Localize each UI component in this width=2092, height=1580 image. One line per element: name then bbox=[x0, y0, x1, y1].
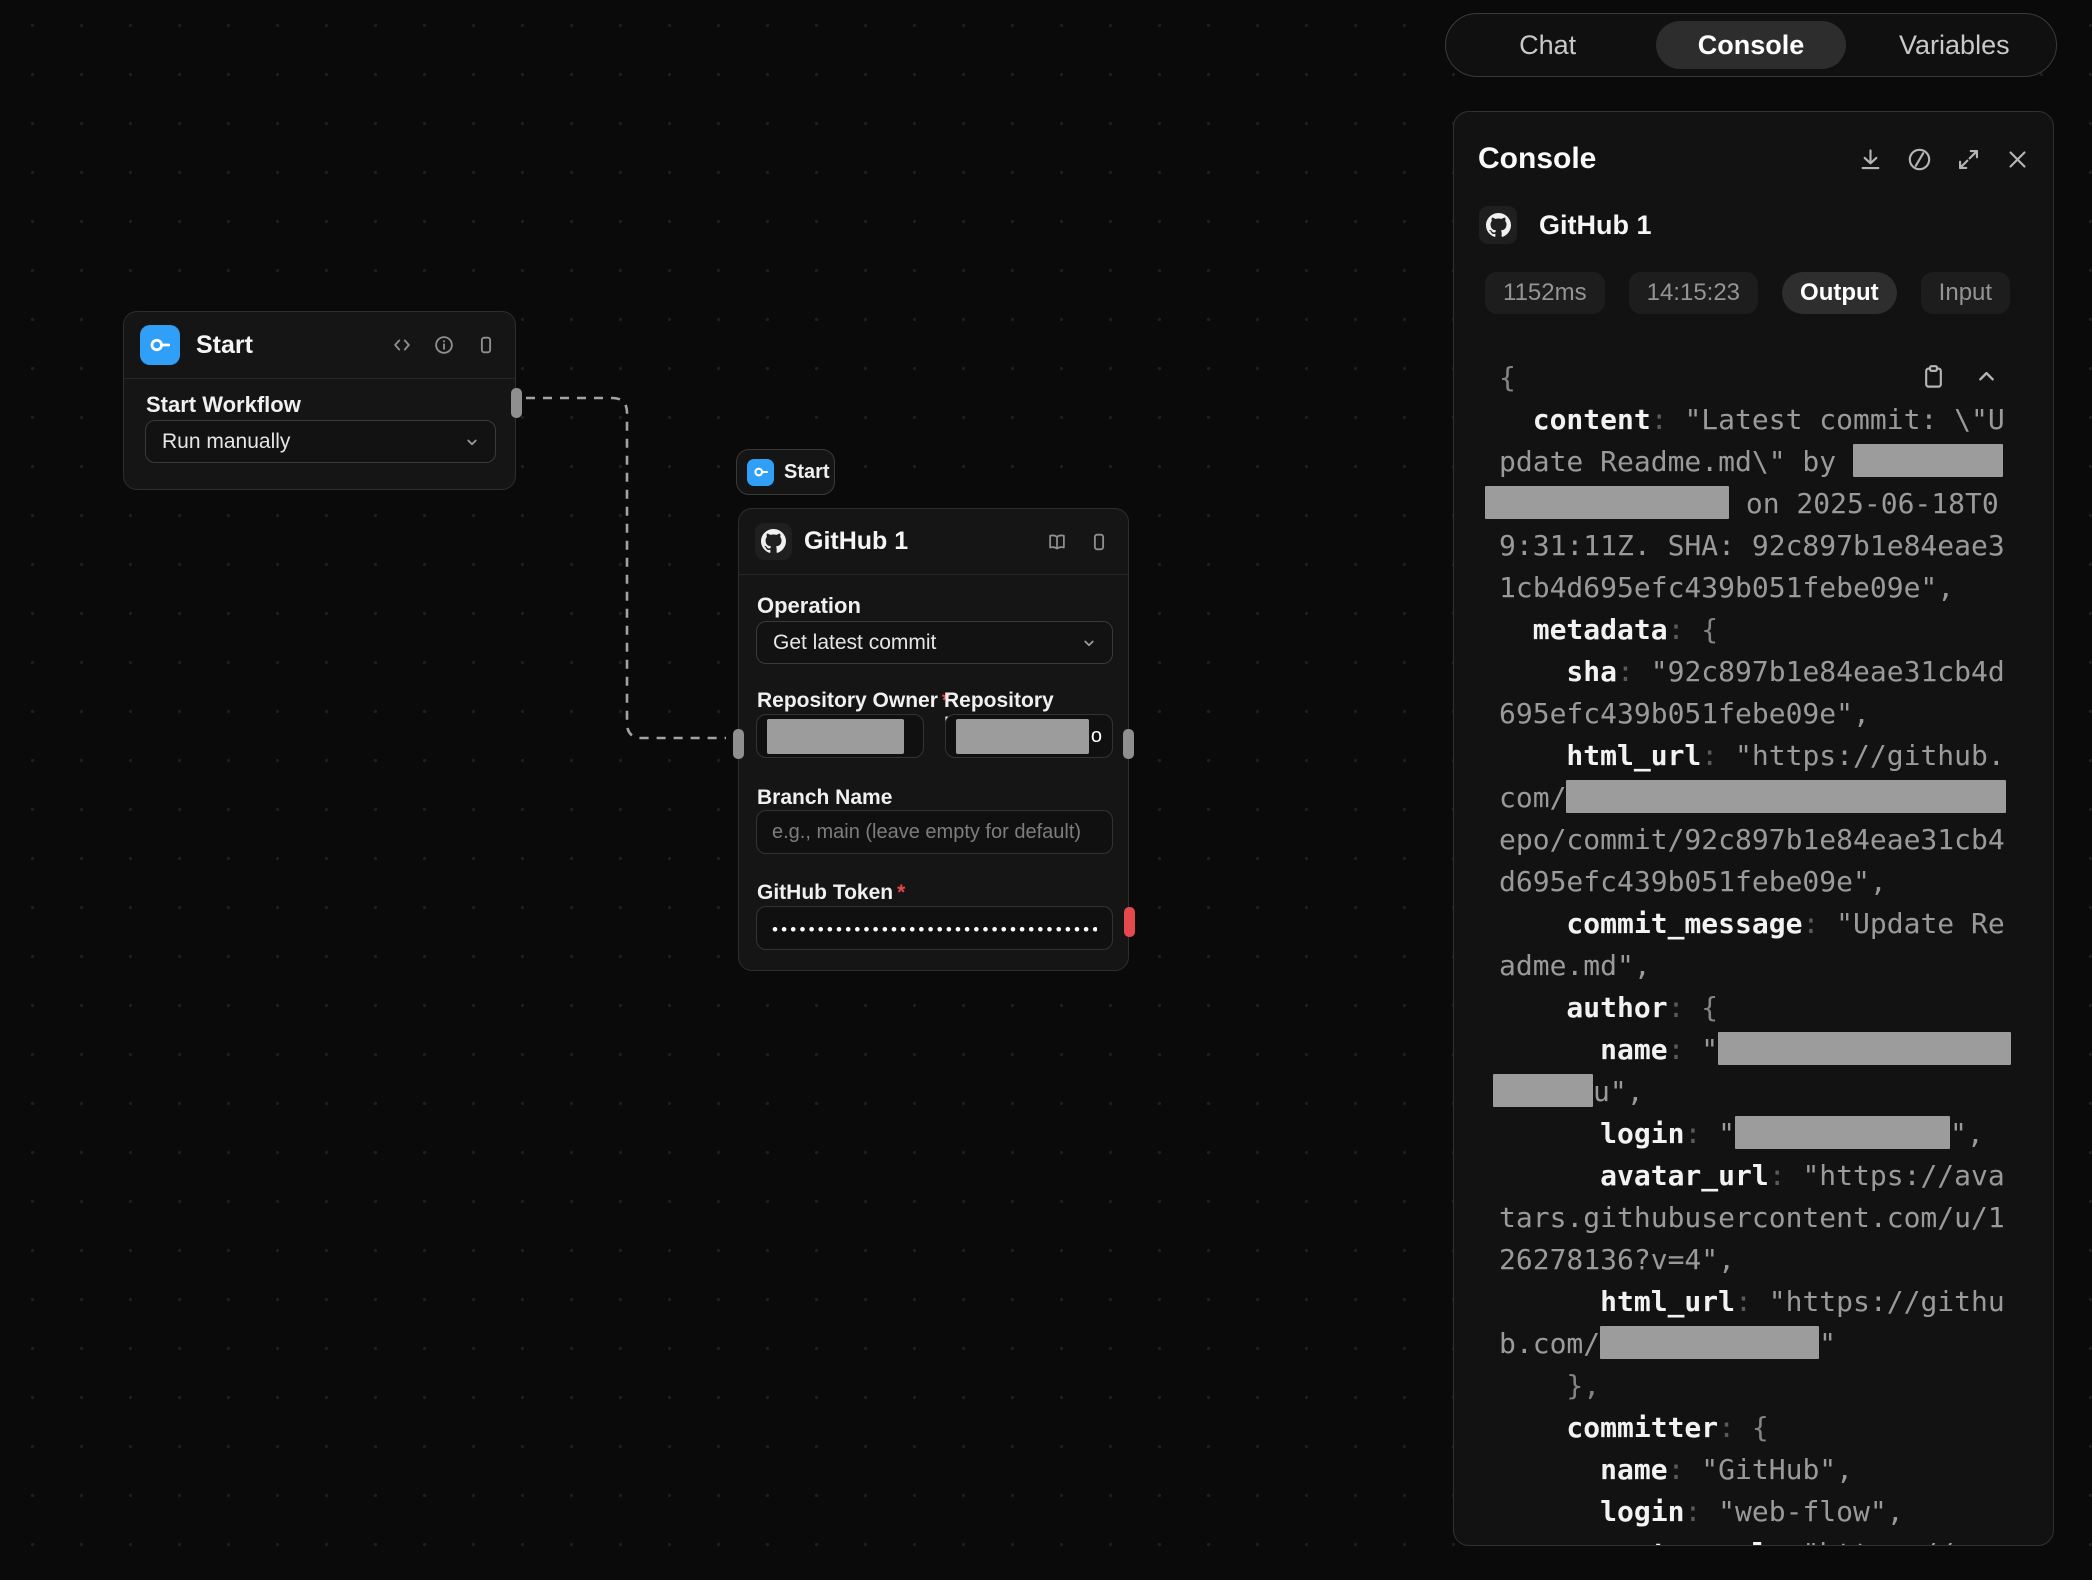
branch-placeholder: e.g., main (leave empty for default) bbox=[772, 821, 1081, 844]
console-line: 26278136?v=4", bbox=[1499, 1239, 2019, 1281]
console-line: 9:31:11Z. SHA: 92c897b1e84eae3 bbox=[1499, 525, 2019, 567]
code-icon[interactable] bbox=[391, 334, 413, 356]
redacted-text bbox=[1600, 1326, 1819, 1359]
download-icon[interactable] bbox=[1857, 146, 1884, 173]
console-line: sha: "92c897b1e84eae31cb4d bbox=[1499, 651, 2019, 693]
redacted-text bbox=[1735, 1116, 1950, 1149]
token-masked-value: •••••••••••••••••••••••••••••••••••••• bbox=[772, 917, 1097, 940]
github-node-header[interactable]: GitHub 1 bbox=[739, 509, 1128, 575]
redacted-text bbox=[1485, 486, 1729, 519]
console-title: Console bbox=[1478, 142, 1596, 176]
error-port[interactable] bbox=[1124, 907, 1135, 937]
panel-tabbar: Chat Console Variables bbox=[1445, 13, 2057, 77]
panel-icon[interactable] bbox=[1088, 531, 1110, 553]
console-line: html_url: "https://github. bbox=[1499, 735, 2019, 777]
operation-value: Get latest commit bbox=[773, 631, 936, 655]
connection-port[interactable] bbox=[733, 729, 744, 759]
branch-input[interactable]: e.g., main (leave empty for default) bbox=[756, 810, 1113, 854]
connection-port[interactable] bbox=[511, 388, 522, 418]
output-tab[interactable]: Output bbox=[1782, 272, 1897, 314]
console-line: u", bbox=[1499, 1071, 2019, 1113]
operation-label: Operation bbox=[757, 593, 861, 619]
panel-icon[interactable] bbox=[475, 334, 497, 356]
console-line: name: " bbox=[1499, 1029, 2019, 1071]
token-label: GitHub Token* bbox=[757, 881, 905, 905]
branch-label: Branch Name bbox=[757, 786, 892, 810]
console-line: commit_message: "Update Re bbox=[1499, 903, 2019, 945]
github-node-title: GitHub 1 bbox=[804, 527, 908, 556]
expand-icon[interactable] bbox=[1955, 146, 1982, 173]
console-line: }, bbox=[1499, 1365, 2019, 1407]
start-node[interactable]: Start Start Workflow Run manually bbox=[123, 311, 516, 490]
console-line: metadata: { bbox=[1499, 609, 2019, 651]
redacted-value bbox=[767, 719, 904, 754]
console-node-name: GitHub 1 bbox=[1539, 210, 1652, 241]
repo-owner-input[interactable] bbox=[756, 714, 924, 758]
console-line: 1cb4d695efc439b051febe09e", bbox=[1499, 567, 2019, 609]
console-line: name: "GitHub", bbox=[1499, 1449, 2019, 1491]
start-workflow-label: Start Workflow bbox=[146, 392, 301, 418]
info-icon[interactable] bbox=[433, 334, 455, 356]
github-node[interactable]: GitHub 1 Operation Get latest commit Rep… bbox=[738, 508, 1129, 971]
console-line: avatar_url: "https:// bbox=[1499, 1533, 2019, 1546]
repo-owner-label: Repository Owner* bbox=[757, 689, 950, 713]
connection-port[interactable] bbox=[1123, 729, 1134, 759]
start-pill[interactable]: Start bbox=[736, 449, 835, 495]
console-output[interactable]: { content: "Latest commit: \"Update Read… bbox=[1499, 357, 2019, 1546]
start-node-header[interactable]: Start bbox=[124, 312, 515, 379]
start-node-icon bbox=[140, 325, 180, 365]
chevron-down-icon bbox=[463, 433, 481, 451]
redacted-value bbox=[956, 719, 1089, 754]
repo-name-visible-text: o bbox=[1091, 725, 1102, 748]
console-line: html_url: "https://githu bbox=[1499, 1281, 2019, 1323]
console-line: content: "Latest commit: \"U bbox=[1499, 399, 2019, 441]
tab-variables[interactable]: Variables bbox=[1860, 21, 2049, 69]
console-line: epo/commit/92c897b1e84eae31cb4 bbox=[1499, 819, 2019, 861]
input-tab[interactable]: Input bbox=[1921, 272, 2010, 314]
close-icon[interactable] bbox=[2004, 146, 2031, 173]
console-line: login: "", bbox=[1499, 1113, 2019, 1155]
operation-select[interactable]: Get latest commit bbox=[756, 621, 1113, 664]
cancel-icon[interactable] bbox=[1906, 146, 1933, 173]
start-pill-label: Start bbox=[784, 461, 830, 484]
repo-name-input[interactable]: o bbox=[945, 714, 1113, 758]
console-line: on 2025-06-18T0 bbox=[1499, 483, 2019, 525]
console-line: committer: { bbox=[1499, 1407, 2019, 1449]
console-line: adme.md", bbox=[1499, 945, 2019, 987]
github-icon bbox=[755, 523, 792, 560]
github-icon bbox=[1479, 206, 1517, 244]
console-line: 695efc439b051febe09e", bbox=[1499, 693, 2019, 735]
tab-chat[interactable]: Chat bbox=[1453, 21, 1642, 69]
required-asterisk: * bbox=[897, 881, 905, 904]
duration-badge: 1152ms bbox=[1485, 272, 1605, 314]
start-trigger-select[interactable]: Run manually bbox=[145, 420, 496, 463]
tab-console[interactable]: Console bbox=[1656, 21, 1845, 69]
timestamp-badge: 14:15:23 bbox=[1629, 272, 1758, 314]
console-line: b.com/" bbox=[1499, 1323, 2019, 1365]
console-line: tars.githubusercontent.com/u/1 bbox=[1499, 1197, 2019, 1239]
workflow-canvas[interactable]: Start Start Workflow Run manually bbox=[0, 0, 2092, 1580]
token-input[interactable]: •••••••••••••••••••••••••••••••••••••• bbox=[756, 906, 1113, 950]
console-line: login: "web-flow", bbox=[1499, 1491, 2019, 1533]
start-node-title: Start bbox=[196, 331, 253, 360]
console-line: { bbox=[1499, 357, 2019, 399]
docs-book-icon[interactable] bbox=[1046, 531, 1068, 553]
start-pill-icon bbox=[747, 459, 774, 486]
redacted-text bbox=[1566, 780, 2006, 813]
console-panel[interactable]: Console GitHub 1 bbox=[1453, 111, 2054, 1546]
console-line: pdate Readme.md\" by bbox=[1499, 441, 2019, 483]
chevron-down-icon bbox=[1080, 634, 1098, 652]
redacted-text bbox=[1493, 1074, 1593, 1107]
redacted-text bbox=[1718, 1032, 2011, 1065]
console-line: com/ bbox=[1499, 777, 2019, 819]
console-line: author: { bbox=[1499, 987, 2019, 1029]
start-trigger-value: Run manually bbox=[162, 430, 290, 454]
redacted-text bbox=[1853, 444, 2003, 477]
console-line: d695efc439b051febe09e", bbox=[1499, 861, 2019, 903]
console-line: avatar_url: "https://ava bbox=[1499, 1155, 2019, 1197]
